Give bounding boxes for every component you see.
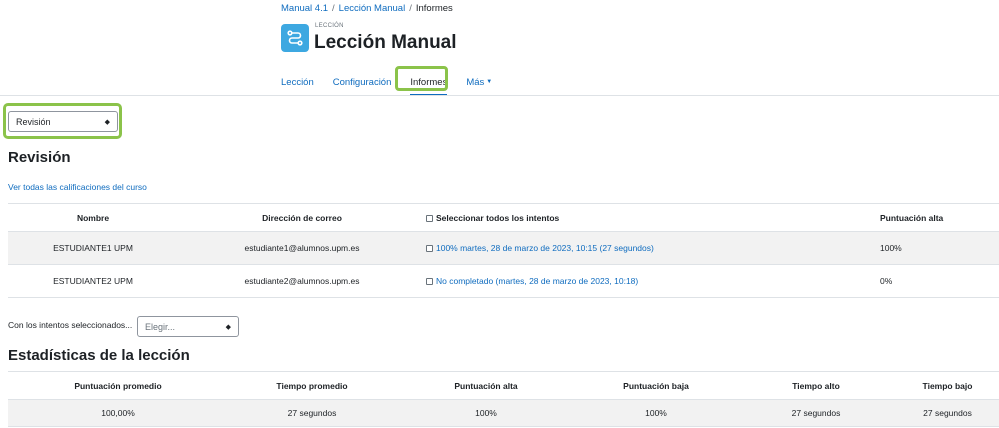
cell-high-time: 27 segundos xyxy=(736,399,896,427)
chevron-down-icon: ▼ xyxy=(486,79,493,85)
cell-high-score: 100% xyxy=(880,231,999,265)
cell-attempt: 100% martes, 28 de marzo de 2023, 10:15 … xyxy=(426,231,880,265)
bulk-action-select[interactable]: Elegir... ◆ xyxy=(137,316,239,337)
highlight-box-informes xyxy=(395,66,448,91)
table-row: 100,00% 27 segundos 100% 100% 27 segundo… xyxy=(8,399,999,427)
select-arrows-icon: ◆ xyxy=(104,118,110,126)
cell-avg-score: 100,00% xyxy=(8,399,228,427)
review-table: Nombre Dirección de correo Seleccionar t… xyxy=(8,203,999,298)
attempt-link[interactable]: 100% martes, 28 de marzo de 2023, 10:15 … xyxy=(436,243,654,253)
cell-low-score: 100% xyxy=(576,399,736,427)
cell-email: estudiante1@alumnos.upm.es xyxy=(178,231,426,265)
bulk-action-placeholder: Elegir... xyxy=(145,321,176,332)
attempt-checkbox[interactable] xyxy=(426,245,433,252)
col-header-low-time: Tiempo bajo xyxy=(896,371,999,400)
col-header-low-score: Puntuación baja xyxy=(576,371,736,400)
breadcrumb: Manual 4.1 / Lección Manual / Informes xyxy=(281,3,453,14)
col-header-avg-time: Tiempo promedio xyxy=(228,371,396,400)
nav-divider xyxy=(0,95,999,96)
bulk-action-label: Con los intentos seleccionados... xyxy=(8,320,133,330)
table-row: ESTUDIANTE1 UPM estudiante1@alumnos.upm.… xyxy=(8,231,999,265)
breadcrumb-separator: / xyxy=(332,3,335,14)
tab-leccion[interactable]: Lección xyxy=(281,70,314,94)
attempt-link[interactable]: No completado (martes, 28 de marzo de 20… xyxy=(436,276,638,286)
col-header-high-score: Puntuación alta xyxy=(396,371,576,400)
cell-attempt: No completado (martes, 28 de marzo de 20… xyxy=(426,264,880,298)
cell-high-score: 0% xyxy=(880,264,999,298)
cell-low-time: 27 segundos xyxy=(896,399,999,427)
col-header-select-all[interactable]: Seleccionar todos los intentos xyxy=(426,203,880,232)
tab-mas-label: Más xyxy=(466,76,485,88)
table-row: ESTUDIANTE2 UPM estudiante2@alumnos.upm.… xyxy=(8,264,999,298)
stats-table: Puntuación promedio Tiempo promedio Punt… xyxy=(8,371,999,427)
breadcrumb-lesson[interactable]: Lección Manual xyxy=(339,3,406,14)
tab-configuracion[interactable]: Configuración xyxy=(333,70,392,94)
breadcrumb-current: Informes xyxy=(415,3,453,14)
lesson-icon xyxy=(281,24,309,52)
cell-email: estudiante2@alumnos.upm.es xyxy=(178,264,426,298)
view-all-grades-link[interactable]: Ver todas las calificaciones del curso xyxy=(8,182,147,192)
report-type-value: Revisión xyxy=(16,116,51,127)
breadcrumb-separator: / xyxy=(409,3,412,14)
select-all-label: Seleccionar todos los intentos xyxy=(436,212,560,223)
page-title: Lección Manual xyxy=(314,32,457,53)
attempt-checkbox[interactable] xyxy=(426,278,433,285)
table-header-row: Nombre Dirección de correo Seleccionar t… xyxy=(8,203,999,232)
breadcrumb-course[interactable]: Manual 4.1 xyxy=(281,3,328,14)
cell-name: ESTUDIANTE1 UPM xyxy=(8,231,178,265)
select-all-checkbox[interactable] xyxy=(426,214,433,222)
stats-heading: Estadísticas de la lección xyxy=(8,347,190,364)
report-type-select[interactable]: Revisión ◆ xyxy=(8,111,118,132)
module-type-label: LECCIÓN xyxy=(315,23,344,29)
col-header-email: Dirección de correo xyxy=(178,203,426,232)
cell-name: ESTUDIANTE2 UPM xyxy=(8,264,178,298)
cell-high-score: 100% xyxy=(396,399,576,427)
select-arrows-icon: ◆ xyxy=(225,323,231,331)
review-heading: Revisión xyxy=(8,149,71,166)
col-header-high-score: Puntuación alta xyxy=(880,203,999,232)
cell-avg-time: 27 segundos xyxy=(228,399,396,427)
col-header-high-time: Tiempo alto xyxy=(736,371,896,400)
col-header-name: Nombre xyxy=(8,203,178,232)
table-header-row: Puntuación promedio Tiempo promedio Punt… xyxy=(8,371,999,400)
tab-mas[interactable]: Más ▼ xyxy=(466,70,492,94)
col-header-avg-score: Puntuación promedio xyxy=(8,371,228,400)
